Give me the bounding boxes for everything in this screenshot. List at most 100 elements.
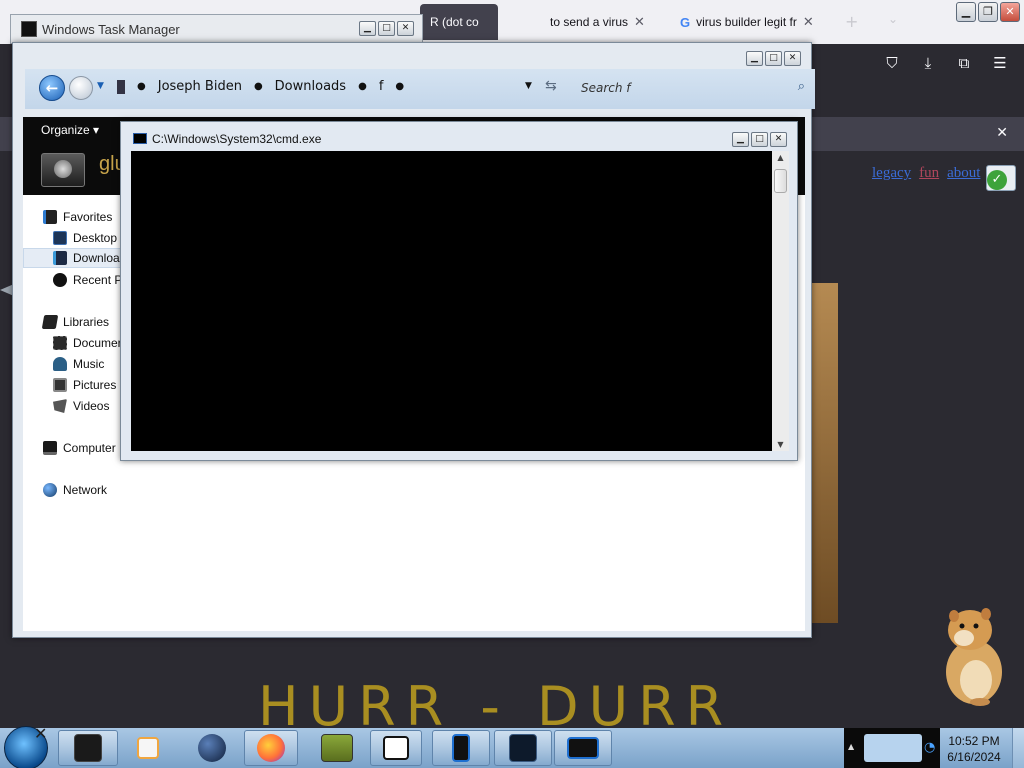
downloads-icon [53,251,67,265]
back-button[interactable]: ← [39,75,65,101]
cmd-window-controls: ▁ □ ✕ [732,132,787,147]
x-overlay-icon: ✕ [34,724,48,743]
sidebar-item-recent-places[interactable]: Recent P [53,270,121,290]
extensions-icon[interactable]: ⧉ [954,54,974,74]
breadcrumb-joseph-biden[interactable]: Joseph Biden [158,79,242,94]
sidebar-item-computer[interactable]: Computer [43,438,116,458]
sidebar-item-desktop[interactable]: Desktop [53,228,117,248]
favorites-icon [43,210,57,224]
vertical-scrollbar[interactable]: ▲ ▼ [772,151,789,451]
close-button[interactable]: ✕ [397,21,414,36]
network-status-icon[interactable]: ◔ [924,740,935,755]
documents-icon [53,336,67,350]
address-dropdown-icon[interactable]: ▼ [525,81,532,91]
explorer-address-bar: ← ▼ ● Joseph Biden ● Downloads ● f ● ▼ ⇆… [25,69,815,109]
maximize-button[interactable]: □ [765,51,782,66]
recent-pages-dropdown-icon[interactable]: ▼ [97,81,104,91]
console-output[interactable] [131,151,772,451]
breadcrumb-separator[interactable]: ● [395,81,404,92]
taskbar-item-media-player[interactable] [122,730,174,766]
minimize-button[interactable]: ▁ [359,21,376,36]
taskbar-item-tablet[interactable] [432,730,490,766]
taskbar-item-firefox[interactable] [244,730,298,766]
sidebar-item-label: Libraries [63,315,110,329]
sidebar-item-label: Music [73,357,105,371]
show-desktop-button[interactable] [1012,728,1024,768]
minimize-button[interactable]: ▁ [746,51,763,66]
firefox-tab-2[interactable]: to send a virus ✕ [540,4,660,40]
list-all-tabs-icon[interactable]: ⌄ [888,12,898,26]
breadcrumb-downloads[interactable]: Downloads [275,79,346,94]
breadcrumb-separator[interactable]: ● [254,81,263,92]
close-button[interactable]: ✕ [1000,2,1020,22]
tray-icons[interactable] [864,734,922,762]
page-nav-links: legacy fun about [872,165,980,182]
clock-date: 6/16/2024 [947,750,1001,764]
taskbar-item-cmd[interactable] [554,730,612,766]
sidebar-item-libraries[interactable]: Libraries [41,312,110,332]
search-input[interactable]: Search f [575,77,805,99]
desktop-icon [53,231,67,245]
new-tab-button[interactable]: + [845,12,858,31]
system-tray: ▲ ◔ [844,728,940,768]
firefox-tab-1-label: R (dot co [430,15,479,29]
sidebar-item-favorites[interactable]: Favorites [43,207,112,227]
cmd-window[interactable]: C:\Windows\System32\cmd.exe ▁ □ ✕ ▲ ▼ [120,121,798,461]
firefox-window-controls: ▁ ❐ ✕ [956,2,1020,22]
restore-button[interactable]: ❐ [978,2,998,22]
sidebar-item-label: Network [63,483,108,497]
recent-places-icon [53,273,67,287]
sidebar-item-videos[interactable]: Videos [53,396,109,416]
taskbar-item-black-box[interactable] [58,730,118,766]
pocket-icon[interactable]: ⛉ [882,54,902,74]
hamburger-menu-icon[interactable]: ☰ [990,54,1010,74]
minimize-button[interactable]: ▁ [956,2,976,22]
scroll-down-icon[interactable]: ▼ [772,440,789,449]
maximize-button[interactable]: □ [751,132,768,147]
taskbar-item-task-manager[interactable] [494,730,552,766]
taskbar: ✕ ▲ ◔ 10:52 PM 6/16/2024 [0,724,1024,768]
maximize-button[interactable]: □ [378,21,395,36]
sidebar-item-documents[interactable]: Documer [53,333,121,353]
close-icon[interactable]: ✕ [803,14,814,30]
globe-icon [198,734,226,762]
sidebar-item-music[interactable]: Music [53,354,104,374]
breadcrumb-f[interactable]: f [379,79,384,94]
taskbar-item-globe[interactable] [186,730,238,766]
show-hidden-icons-icon[interactable]: ▲ [848,742,854,751]
fun-link[interactable]: fun [919,165,939,182]
firefox-tab-1[interactable]: R (dot co [420,4,498,40]
console-icon [133,133,147,144]
search-icon[interactable]: ⌕ [798,79,805,94]
videos-icon [53,399,67,413]
sidebar-item-downloads[interactable]: Downloa [23,248,121,268]
taskbar-item-7zip[interactable] [370,730,422,766]
sidebar-item-network[interactable]: Network [43,480,107,500]
sidebar-item-pictures[interactable]: Pictures [53,375,116,395]
scroll-up-icon[interactable]: ▲ [772,153,789,162]
checkmark-badge-icon[interactable] [986,165,1016,191]
scroll-thumb[interactable] [774,169,787,193]
firefox-tab-3[interactable]: G virus builder legit fr ✕ [670,4,830,40]
minimize-button[interactable]: ▁ [732,132,749,147]
libraries-icon [41,315,59,329]
close-icon[interactable]: ✕ [634,14,645,30]
explorer-window-controls: ▁ □ ✕ [746,51,801,66]
breadcrumb-separator[interactable]: ● [137,81,146,92]
breadcrumb-separator[interactable]: ● [358,81,367,92]
task-manager-window[interactable]: Windows Task Manager ▁ □ ✕ [10,14,423,44]
network-icon [43,483,57,497]
close-icon[interactable]: ✕ [996,125,1008,141]
about-link[interactable]: about [947,165,980,182]
refresh-icon[interactable]: ⇆ [545,78,557,94]
organize-button[interactable]: Organize ▾ [41,123,99,137]
download-icon[interactable]: ⤓ [918,54,938,74]
forward-button[interactable] [69,76,93,100]
close-button[interactable]: ✕ [784,51,801,66]
taskbar-item-cat-box[interactable] [308,730,366,766]
clock[interactable]: 10:52 PM 6/16/2024 [940,728,1008,768]
clock-time: 10:52 PM [948,734,1000,748]
google-icon: G [680,14,691,30]
legacy-link[interactable]: legacy [872,165,911,182]
close-button[interactable]: ✕ [770,132,787,147]
